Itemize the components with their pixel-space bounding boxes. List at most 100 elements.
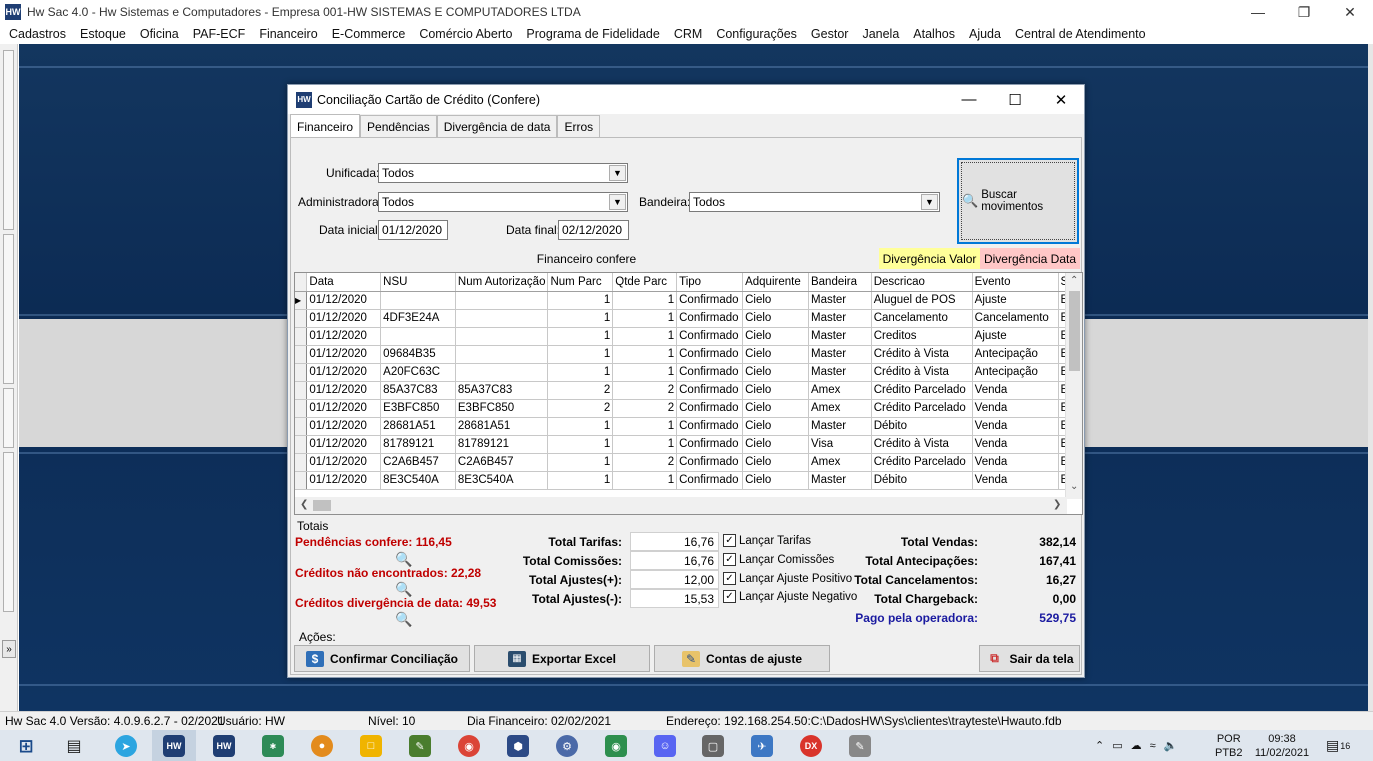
table-row[interactable]: 01/12/2020 81789121 81789121 1 1 Confirmado Ci… [295, 435, 1082, 454]
grid-column-header[interactable]: Data [306, 273, 382, 292]
cloud-icon[interactable]: ☁ [1131, 739, 1142, 752]
lancar-comissoes-checkbox[interactable]: ✓ Lançar Comissões [723, 553, 834, 566]
box-app-icon[interactable]: ▢ [702, 735, 724, 757]
menu-item-5[interactable]: E-Commerce [325, 27, 413, 41]
tab-divergencia-data[interactable]: Divergência de data [436, 115, 558, 137]
menu-item-13[interactable]: Ajuda [962, 27, 1008, 41]
row-indicator[interactable] [295, 435, 308, 454]
app-blue-icon[interactable]: ✈ [751, 735, 773, 757]
dock-tab[interactable] [3, 388, 14, 448]
grid-column-header[interactable]: Num Parc [547, 273, 614, 292]
table-row[interactable]: 01/12/2020 09684B35 1 1 Confirmado Cielo Maste… [295, 345, 1082, 364]
unificada-select[interactable]: Todos ▼ [378, 163, 628, 183]
lancar-ajuste-positivo-checkbox[interactable]: ✓ Lançar Ajuste Positivo [723, 572, 852, 585]
clock[interactable]: 09:38 11/02/2021 [1253, 730, 1311, 761]
dx-app-icon[interactable]: DX [800, 735, 822, 757]
app-orange-icon[interactable]: ● [311, 735, 333, 757]
table-row[interactable]: 01/12/2020 A20FC63C 1 1 Confirmado Cielo Maste… [295, 363, 1082, 382]
dock-tab[interactable] [3, 234, 14, 384]
close-icon[interactable]: ✕ [1327, 0, 1373, 24]
grid-vscroll-thumb[interactable] [1069, 291, 1080, 371]
chevron-down-icon[interactable]: ▼ [921, 194, 938, 210]
eye-app-icon[interactable]: ◉ [605, 735, 627, 757]
table-row[interactable]: 01/12/2020 E3BFC850 E3BFC850 2 2 Confirmado Ci… [295, 399, 1082, 418]
menu-item-14[interactable]: Central de Atendimento [1008, 27, 1153, 41]
scroll-up-icon[interactable]: ⌃ [1070, 275, 1078, 286]
exportar-excel-button[interactable]: ▦ Exportar Excel [474, 645, 650, 672]
grid-column-header[interactable]: Num Autorização [455, 273, 549, 292]
checkmark-icon[interactable]: ✓ [723, 553, 736, 566]
data-inicial-input[interactable]: 01/12/2020 [378, 220, 448, 240]
row-indicator[interactable] [295, 327, 308, 346]
menu-item-10[interactable]: Gestor [804, 27, 856, 41]
checkmark-icon[interactable]: ✓ [723, 590, 736, 603]
administradora-select[interactable]: Todos ▼ [378, 192, 628, 212]
grid-vertical-scrollbar[interactable]: ⌃ ⌄ [1065, 273, 1082, 499]
row-indicator[interactable] [295, 399, 308, 418]
buscar-movimentos-button[interactable]: 🔍 Buscar movimentos [957, 158, 1079, 244]
scroll-right-icon[interactable]: ❯ [1053, 499, 1061, 510]
tab-financeiro[interactable]: Financeiro [290, 114, 361, 138]
discord-icon[interactable]: ☺ [654, 735, 676, 757]
expand-dock-icon[interactable]: » [2, 640, 16, 658]
table-row[interactable]: 01/12/2020 C2A6B457 C2A6B457 1 2 Confirmado Ci… [295, 453, 1082, 472]
dialog-close-icon[interactable]: ✕ [1038, 85, 1084, 114]
grid-column-header[interactable]: Bandeira [808, 273, 872, 292]
scroll-left-icon[interactable]: ❮ [300, 499, 308, 510]
menu-item-6[interactable]: Comércio Aberto [412, 27, 519, 41]
hwsac-icon[interactable]: HW [163, 735, 185, 757]
search-icon[interactable]: 🔍 [395, 611, 412, 628]
notification-icon[interactable]: ▤ 16 [1326, 730, 1350, 761]
restore-icon[interactable]: ❐ [1281, 0, 1327, 24]
data-final-input[interactable]: 02/12/2020 [558, 220, 629, 240]
chevron-down-icon[interactable]: ▼ [609, 194, 626, 210]
menu-item-1[interactable]: Estoque [73, 27, 133, 41]
hwsac-second-icon[interactable]: HW [213, 735, 235, 757]
dialog-minimize-icon[interactable]: — [946, 85, 992, 114]
row-indicator[interactable] [295, 471, 308, 490]
table-row[interactable]: 01/12/2020 85A37C83 85A37C83 2 2 Confirmado Ci… [295, 381, 1082, 400]
grid-column-header[interactable]: Qtde Parc [612, 273, 678, 292]
checkmark-icon[interactable]: ✓ [723, 572, 736, 585]
app-green-icon[interactable]: ✱ [262, 735, 284, 757]
grid-hscroll-thumb[interactable] [313, 500, 331, 511]
minimize-icon[interactable]: — [1235, 0, 1281, 24]
grid-column-header[interactable]: Evento [972, 273, 1059, 292]
menu-item-3[interactable]: PAF-ECF [186, 27, 253, 41]
row-indicator[interactable] [295, 309, 308, 328]
grid-column-header[interactable]: Tipo [676, 273, 744, 292]
movimentos-grid[interactable]: Data NSU Num Autorização Num Parc Qtde Parc T… [294, 272, 1083, 515]
tab-erros[interactable]: Erros [557, 115, 601, 137]
dock-tab[interactable] [3, 452, 14, 612]
folder-icon[interactable]: □ [360, 735, 382, 757]
menu-item-9[interactable]: Configurações [709, 27, 804, 41]
paint-icon[interactable]: ✎ [849, 735, 871, 757]
current-row-icon[interactable]: ▶ [295, 291, 308, 310]
telegram-icon[interactable]: ➤ [115, 735, 137, 757]
dock-tab[interactable] [3, 50, 14, 230]
menu-item-0[interactable]: Cadastros [2, 27, 73, 41]
sair-tela-button[interactable]: ⧉ Sair da tela [979, 645, 1080, 672]
task-view-icon[interactable]: ▤ [63, 735, 85, 757]
menu-item-4[interactable]: Financeiro [252, 27, 324, 41]
notes-icon[interactable]: ✎ [409, 735, 431, 757]
bandeira-select[interactable]: Todos ▼ [689, 192, 940, 212]
chrome-icon[interactable]: ◉ [458, 735, 480, 757]
right-scrollbar[interactable] [1368, 44, 1373, 711]
menu-item-2[interactable]: Oficina [133, 27, 186, 41]
chevron-up-icon[interactable]: ⌃ [1095, 739, 1104, 752]
gear-app-icon[interactable]: ⚙ [556, 735, 578, 757]
chevron-down-icon[interactable]: ▼ [609, 165, 626, 181]
grid-horizontal-scrollbar[interactable]: ❮ ❯ [295, 497, 1067, 514]
row-indicator[interactable] [295, 453, 308, 472]
confirmar-conciliacao-button[interactable]: $ Confirmar Conciliação [294, 645, 470, 672]
grid-column-header[interactable]: Adquirente [742, 273, 809, 292]
tab-pendencias[interactable]: Pendências [360, 115, 437, 137]
grid-column-header[interactable]: Descricao [871, 273, 973, 292]
table-row[interactable]: 01/12/2020 1 1 Confirmado Cielo Master Credito… [295, 327, 1082, 346]
creditos-nao-encontrados-link[interactable]: Créditos não encontrados: 22,28 [295, 566, 481, 580]
menu-item-11[interactable]: Janela [855, 27, 906, 41]
menu-item-7[interactable]: Programa de Fidelidade [519, 27, 666, 41]
language-indicator[interactable]: POR PTB2 [1215, 730, 1243, 761]
volume-icon[interactable]: 🔈 [1164, 739, 1178, 752]
